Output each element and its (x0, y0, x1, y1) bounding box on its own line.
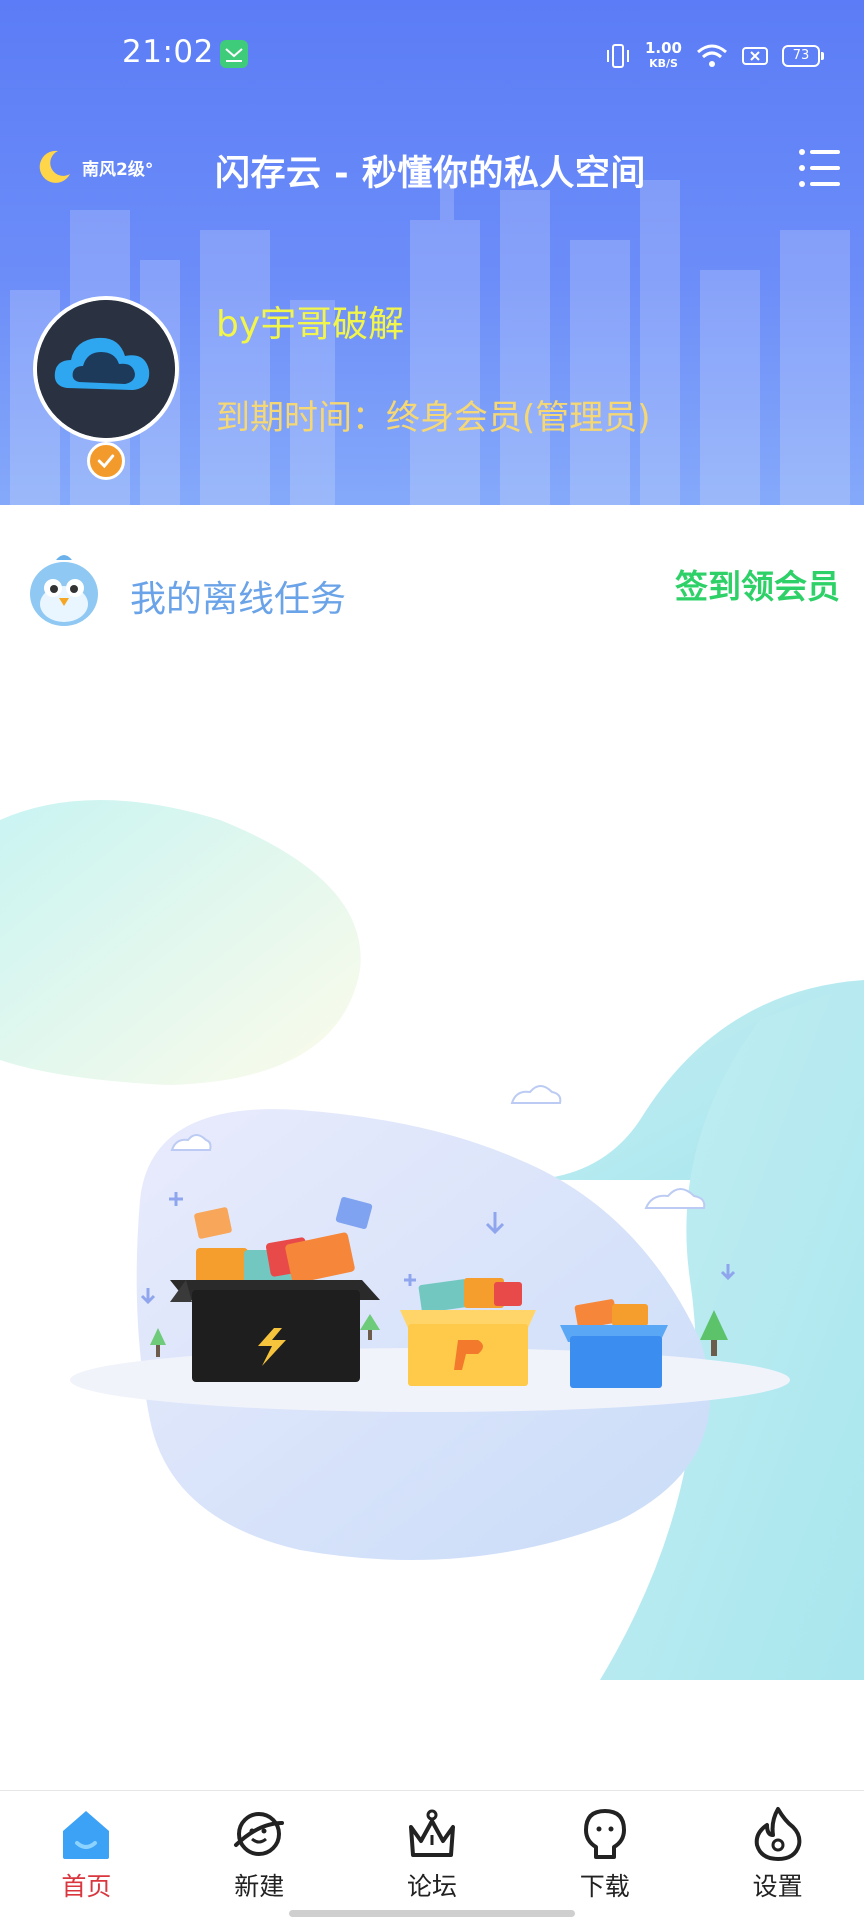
moon-icon (39, 150, 70, 183)
battery-indicator: 73 (782, 45, 824, 67)
nav-home-label: 首页 (61, 1872, 112, 1901)
gesture-bar[interactable] (289, 1910, 575, 1917)
network-speed: 1.00 KB/S (645, 41, 682, 71)
empty-state-illustration (0, 800, 864, 1680)
profile-header: 21:02 1.00 KB/S 73 南风2级° 闪存云 - 秒懂你的私人空间 … (0, 0, 864, 505)
username: by宇哥破解 (216, 304, 405, 345)
flame-icon (754, 1807, 801, 1861)
verified-badge-icon (87, 442, 125, 480)
signin-button[interactable]: 签到领会员 (675, 560, 840, 608)
vibrate-icon (606, 44, 629, 68)
cloud-logo-icon (37, 300, 175, 438)
no-sim-icon (742, 47, 768, 65)
nav-settings[interactable]: 设置 (691, 1791, 864, 1921)
lightbulb-icon (583, 1809, 626, 1859)
nav-download[interactable]: 下载 (518, 1791, 691, 1921)
message-notification-icon (220, 40, 248, 68)
bottom-navigation: 首页 新建 论坛 下载 设置 (0, 1790, 864, 1921)
bird-mascot-icon (30, 555, 98, 626)
nav-settings-label: 设置 (752, 1872, 803, 1901)
avatar[interactable] (33, 296, 179, 442)
home-icon (63, 1811, 110, 1859)
clock: 21:02 (122, 34, 214, 70)
offline-task-row: 我的离线任务 签到领会员 (0, 540, 864, 640)
nav-new[interactable]: 新建 (173, 1791, 346, 1921)
status-bar: 21:02 1.00 KB/S 73 (0, 0, 864, 110)
nav-home[interactable]: 首页 (0, 1791, 173, 1921)
weather-label: 南风2级° (82, 159, 154, 180)
membership-expiry: 到期时间：终身会员(管理员) (216, 398, 651, 438)
nav-download-label: 下载 (579, 1872, 630, 1901)
planet-icon (234, 1812, 285, 1856)
crown-icon (408, 1809, 455, 1857)
status-icons: 1.00 KB/S 73 (605, 36, 824, 76)
nav-forum-label: 论坛 (406, 1872, 457, 1901)
nav-new-label: 新建 (234, 1872, 285, 1901)
weather-widget[interactable]: 南风2级° (36, 148, 153, 186)
menu-icon[interactable] (798, 146, 842, 190)
wifi-icon (697, 44, 727, 67)
offline-task-title[interactable]: 我的离线任务 (130, 570, 346, 622)
nav-forum[interactable]: 论坛 (346, 1791, 519, 1921)
speed-unit: KB/S (649, 57, 678, 70)
speed-value: 1.00 (644, 39, 682, 57)
app-title: 闪存云 - 秒懂你的私人空间 (215, 154, 646, 194)
